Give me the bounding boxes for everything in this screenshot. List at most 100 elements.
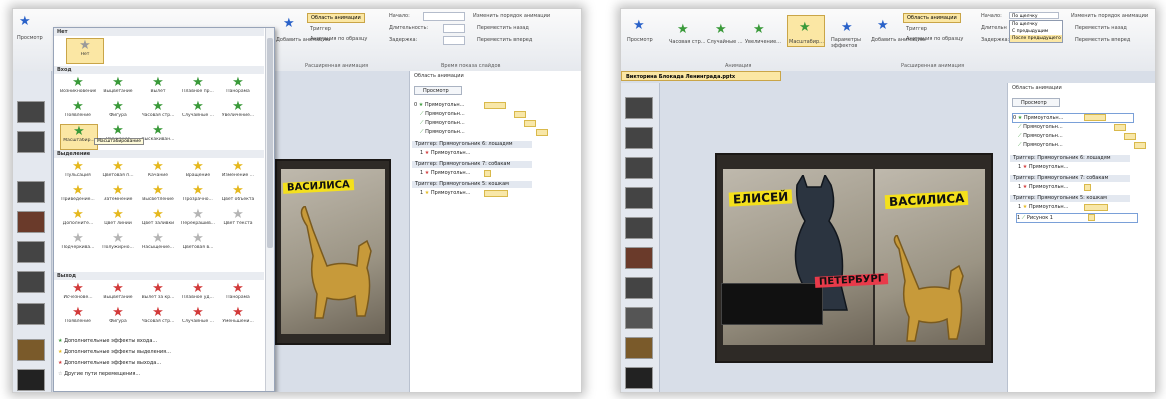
more-emphasis-effects[interactable]: ★ Дополнительные эффекты выделения... bbox=[58, 349, 171, 355]
gallery-effect-item[interactable]: ★ Выцветание bbox=[100, 282, 136, 306]
animation-row[interactable]: 1 ★ Прямоугольн... bbox=[1018, 203, 1068, 211]
gallery-item-none[interactable]: ★ Нет bbox=[66, 38, 104, 64]
slide-thumbnail[interactable] bbox=[625, 217, 653, 239]
move-back-button[interactable]: Переместить назад bbox=[1075, 25, 1127, 31]
effect-options-label[interactable]: Параметры эффектов bbox=[831, 37, 871, 49]
gallery-effect-item[interactable]: ★ Дополнитe... bbox=[60, 208, 96, 232]
start-dropdown[interactable] bbox=[423, 12, 465, 21]
slide-thumbnail[interactable] bbox=[625, 97, 653, 119]
gallery-effect-item[interactable]: ★ Пульсация bbox=[60, 160, 96, 184]
add-animation-icon[interactable]: ★ bbox=[877, 19, 889, 32]
gallery-effect-item[interactable]: ★ Уменьшени... bbox=[220, 306, 256, 330]
animation-row[interactable]: ⟋ Прямоугольн... bbox=[420, 128, 465, 136]
pane-preview-button[interactable]: Просмотр bbox=[1012, 98, 1060, 107]
trigger-button[interactable]: Триггер bbox=[906, 26, 927, 32]
slide-thumbnail[interactable] bbox=[625, 127, 653, 149]
gallery-effect-item[interactable]: ★ Выцветание bbox=[100, 76, 136, 100]
slide-thumbnail[interactable] bbox=[17, 303, 45, 325]
timeline-bar[interactable] bbox=[1084, 114, 1106, 121]
slide-thumbnail[interactable] bbox=[17, 271, 45, 293]
animation-painter-button[interactable]: Анимация по образцу bbox=[906, 36, 963, 42]
timeline-bar[interactable] bbox=[1114, 124, 1126, 131]
slide-thumbnail[interactable] bbox=[17, 211, 45, 233]
timeline-bar[interactable] bbox=[524, 120, 536, 127]
document-tab[interactable]: Викторина Блокада Ленинграда.pptx bbox=[621, 71, 781, 81]
animation-row[interactable]: 1 ★ Прямоугольн... bbox=[420, 189, 470, 197]
slide-thumbnail[interactable] bbox=[625, 277, 653, 299]
more-exit-effects[interactable]: ★ Дополнительные эффекты выхода... bbox=[58, 360, 161, 366]
slide-thumbnails[interactable] bbox=[13, 71, 52, 392]
animation-row[interactable]: ⟋ Прямоугольн... bbox=[420, 119, 465, 127]
animation-row[interactable]: ⟋ Прямоугольн... bbox=[420, 110, 465, 118]
slide-canvas[interactable]: ВАСИЛИСА bbox=[275, 159, 391, 345]
animation-row[interactable]: 1 ★ Прямоугольн... bbox=[420, 149, 470, 157]
gallery-effect-item[interactable]: ★ Фигура bbox=[100, 306, 136, 330]
gallery-effect-item[interactable]: ★ Увеличение... bbox=[220, 100, 256, 124]
slide-thumbnail[interactable] bbox=[17, 101, 45, 123]
grow-effect-icon[interactable]: ★ bbox=[753, 23, 765, 36]
gallery-effect-item[interactable]: ★ Высветление bbox=[140, 184, 176, 208]
gallery-effect-item[interactable]: ★ Цвет заливки bbox=[140, 208, 176, 232]
trigger-header[interactable]: Триггер: Прямоугольник 5: кошкам bbox=[412, 181, 532, 188]
dd-option-selected[interactable]: После предыдущего bbox=[1010, 35, 1062, 42]
preview-icon[interactable]: ★ bbox=[633, 19, 645, 32]
timeline-bar[interactable] bbox=[484, 190, 508, 197]
animation-pane-button[interactable]: Область анимации bbox=[307, 13, 365, 23]
gallery-effect-item[interactable]: ★ Плавное пр... bbox=[180, 76, 216, 100]
animation-row[interactable]: 0 ★ Прямоугольн... bbox=[414, 101, 464, 109]
gallery-effect-item[interactable]: ★ Случайные ... bbox=[180, 100, 216, 124]
dd-option[interactable]: С предыдущим bbox=[1010, 28, 1062, 35]
animation-pane-button[interactable]: Область анимации bbox=[903, 13, 961, 23]
gallery-effect-item[interactable]: ★ Панорама bbox=[220, 76, 256, 100]
gallery-effect-item[interactable]: ★ Цвет текста bbox=[220, 208, 256, 232]
move-back-button[interactable]: Переместить назад bbox=[477, 25, 529, 31]
gallery-effect-item[interactable]: ★ Цветовая в... bbox=[180, 232, 216, 256]
gallery-effect-item[interactable]: ★ Выскакиван... bbox=[140, 124, 176, 148]
effect-options-icon[interactable]: ★ bbox=[841, 21, 853, 34]
slide-thumbnail[interactable] bbox=[17, 241, 45, 263]
random-bars-icon[interactable]: ★ bbox=[715, 23, 727, 36]
animation-row-selected[interactable]: 1 ⟋ Рисунок 1 bbox=[1016, 213, 1138, 223]
timeline-bar[interactable] bbox=[484, 170, 491, 177]
gallery-effect-item[interactable]: ★ Часовая стр... bbox=[140, 306, 176, 330]
gallery-effect-item[interactable]: ★ Вылет за кр... bbox=[140, 282, 176, 306]
preview-label[interactable]: Просмотр bbox=[17, 35, 43, 41]
dd-option[interactable]: По щелчку bbox=[1010, 21, 1062, 28]
gallery-effect-item[interactable]: ★ Возникновение bbox=[60, 76, 96, 100]
gallery-effect-item[interactable]: ★ Плавное уд... bbox=[180, 282, 216, 306]
timeline-bar[interactable] bbox=[1124, 133, 1136, 140]
preview-label[interactable]: Просмотр bbox=[627, 37, 653, 43]
slide-thumbnail[interactable] bbox=[625, 367, 653, 389]
trigger-header[interactable]: Триггер: Прямоугольник 7: собакам bbox=[1010, 175, 1130, 182]
animation-row-selected[interactable]: 0 ★ Прямоугольн... bbox=[1012, 113, 1134, 123]
trigger-header[interactable]: Триггер: Прямоугольник 6: лошадям bbox=[1010, 155, 1130, 162]
slide-thumbnail[interactable] bbox=[625, 187, 653, 209]
gallery-effect-item[interactable]: ★Вращение bbox=[180, 160, 216, 184]
add-animation-icon[interactable]: ★ bbox=[283, 17, 295, 30]
slide-thumbnail[interactable] bbox=[17, 339, 45, 361]
gallery-effect-item[interactable]: ★ Вылет bbox=[140, 76, 176, 100]
gallery-effect-item[interactable]: ★ Качание bbox=[140, 160, 176, 184]
slide-thumbnail[interactable] bbox=[625, 157, 653, 179]
timeline-bar[interactable] bbox=[1084, 204, 1108, 211]
gallery-scrollbar[interactable] bbox=[265, 28, 274, 391]
start-dropdown[interactable]: По щелчку bbox=[1009, 12, 1059, 19]
slide-thumbnail[interactable] bbox=[625, 247, 653, 269]
timeline-bar[interactable] bbox=[514, 111, 526, 118]
duration-spinner[interactable] bbox=[443, 24, 465, 33]
gallery-effect-item[interactable]: ★ Цвет объекта bbox=[220, 184, 256, 208]
slide-thumbnail[interactable] bbox=[625, 337, 653, 359]
gallery-effect-item[interactable]: ★ Цвет линии bbox=[100, 208, 136, 232]
timeline-bar[interactable] bbox=[484, 102, 506, 109]
gallery-effect-item[interactable]: ★ Приведение... bbox=[60, 184, 96, 208]
animation-row[interactable]: 1 ★ Прямоугольн... bbox=[420, 169, 470, 177]
gallery-effect-item[interactable]: ★ Масштабир... bbox=[60, 124, 98, 150]
pane-preview-button[interactable]: Просмотр bbox=[414, 86, 462, 95]
gallery-effect-item[interactable]: ★ Появление bbox=[60, 100, 96, 124]
gallery-effect-item[interactable]: ★ Перекрашив... bbox=[180, 208, 216, 232]
gallery-effect-item[interactable]: ★ Полужирно... bbox=[100, 232, 136, 256]
more-entrance-effects[interactable]: ★ Дополнительные эффекты входа... bbox=[58, 338, 157, 344]
gallery-effect-item[interactable]: ★ Фигура bbox=[100, 100, 136, 124]
delay-spinner[interactable] bbox=[443, 36, 465, 45]
gallery-effect-item[interactable]: ★ Прозрачно... bbox=[180, 184, 216, 208]
